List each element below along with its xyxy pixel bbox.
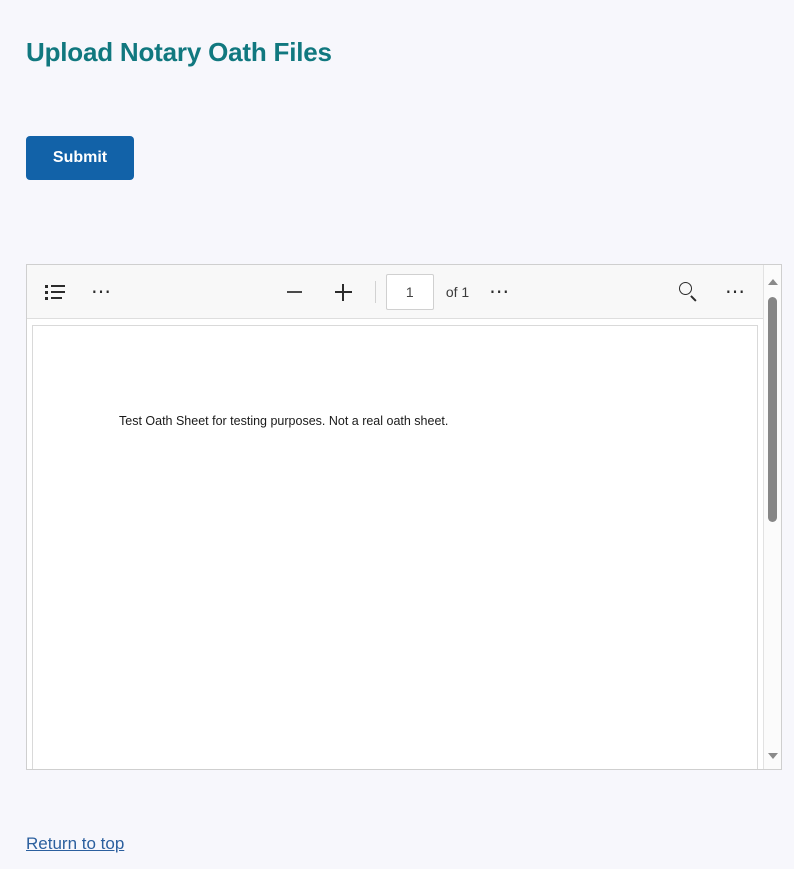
toolbar-divider bbox=[374, 280, 376, 303]
minus-icon bbox=[287, 290, 303, 293]
page-title: Upload Notary Oath Files bbox=[26, 37, 332, 68]
scrollbar-thumb[interactable] bbox=[768, 297, 777, 522]
zoom-in-button[interactable] bbox=[327, 276, 359, 308]
triangle-down-icon bbox=[767, 753, 778, 759]
ellipsis-icon: ⋯ bbox=[724, 280, 747, 303]
left-more-options-button[interactable]: ⋯ bbox=[91, 282, 113, 302]
triangle-up-icon bbox=[767, 279, 778, 285]
page-total-label: of 1 bbox=[445, 283, 470, 300]
scroll-up-button[interactable] bbox=[764, 273, 781, 291]
list-outline-icon bbox=[45, 284, 65, 300]
ellipsis-icon: ⋯ bbox=[91, 280, 113, 303]
outline-toggle-button[interactable] bbox=[45, 284, 65, 300]
search-button[interactable] bbox=[677, 280, 701, 304]
ellipsis-icon: ⋯ bbox=[489, 280, 512, 303]
pdf-vertical-scrollbar[interactable] bbox=[763, 265, 781, 769]
submit-button[interactable]: Submit bbox=[26, 136, 134, 180]
search-icon bbox=[677, 280, 701, 304]
return-to-top-link[interactable]: Return to top bbox=[26, 834, 124, 854]
document-body-text: Test Oath Sheet for testing purposes. No… bbox=[119, 414, 449, 428]
scroll-down-button[interactable] bbox=[764, 747, 781, 765]
center-more-options-button[interactable]: ⋯ bbox=[489, 282, 511, 302]
zoom-out-button[interactable] bbox=[279, 276, 311, 308]
right-more-options-button[interactable]: ⋯ bbox=[725, 282, 747, 302]
pdf-toolbar: ⋯ of 1 ⋯ ⋯ bbox=[27, 265, 781, 319]
document-scroll-area[interactable]: Test Oath Sheet for testing purposes. No… bbox=[27, 319, 763, 769]
document-page: Test Oath Sheet for testing purposes. No… bbox=[32, 325, 758, 769]
pdf-viewer: ⋯ of 1 ⋯ ⋯ bbox=[26, 264, 782, 770]
page-number-input[interactable] bbox=[385, 273, 434, 310]
